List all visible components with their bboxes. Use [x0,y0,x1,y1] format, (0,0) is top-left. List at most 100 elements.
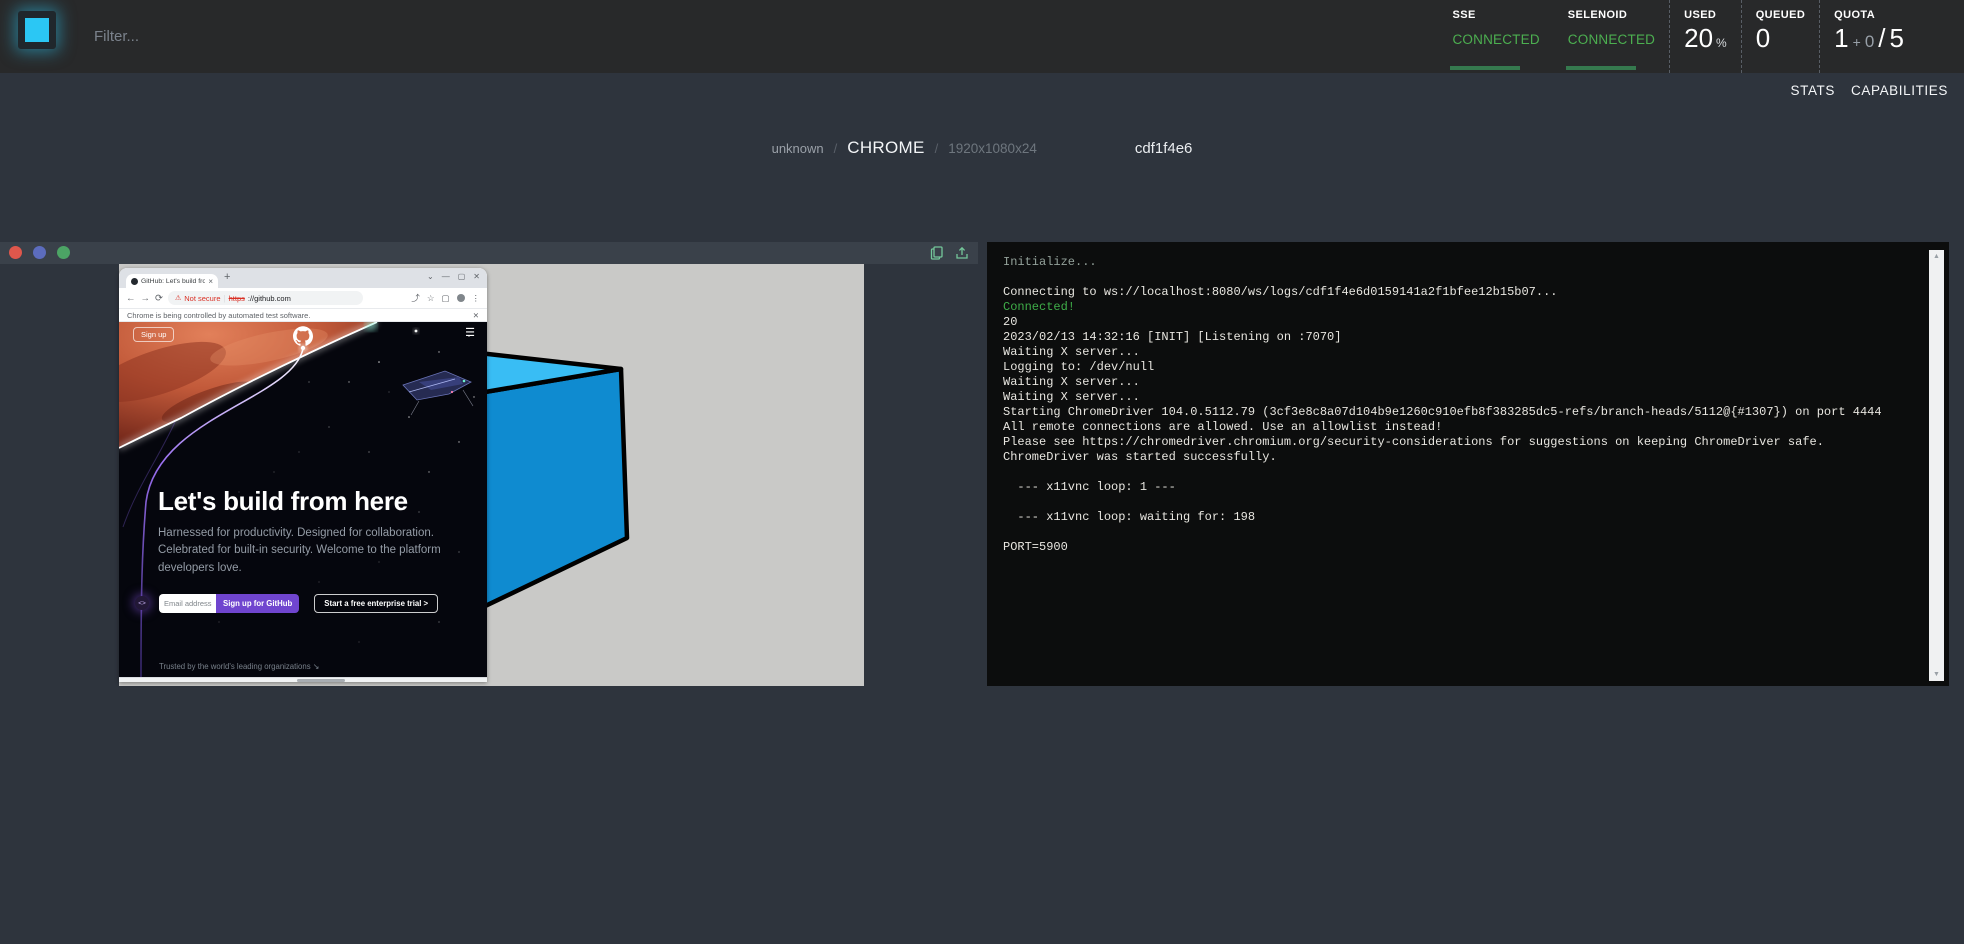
log-line: ChromeDriver was started successfully. [1003,450,1904,465]
github-page: Sign up ☰ Let's build from here Harnesse… [119,322,487,677]
url-field[interactable]: ⚠ Not secure | https ://github.com [168,291,363,305]
separator: / [935,141,939,156]
signup-github-button[interactable]: Sign up for GitHub [216,594,299,613]
app-logo[interactable] [18,11,56,49]
quota-slash: / [1878,23,1885,54]
side-panel-icon[interactable]: ▢ [441,293,449,304]
back-icon[interactable]: ← [126,293,136,304]
minimize-icon[interactable]: — [442,272,450,281]
address-bar-icons: ⤴ ☆ ▢ ⋮ [411,292,480,304]
stat-label: SELENOID [1568,9,1655,21]
log-line: PORT=5900 [1003,540,1904,555]
stat-sse: SSE CONNECTED [1438,0,1553,73]
close-session-dot[interactable] [9,246,22,259]
log-line [1003,525,1904,540]
quota-plus: + [1853,34,1861,50]
clipboard-icon[interactable] [930,246,943,260]
selenoid-ui: SSE CONNECTED SELENOID CONNECTED USED 20… [0,0,1964,944]
reload-icon[interactable]: ⟳ [155,293,163,304]
stat-selenoid: SELENOID CONNECTED [1554,0,1669,73]
session-resolution: 1920x1080x24 [948,141,1037,156]
filter-input[interactable] [94,18,514,54]
maximize-dot[interactable] [57,246,70,259]
scroll-up-icon[interactable]: ▲ [1929,253,1944,260]
hamburger-menu-icon[interactable]: ☰ [465,326,475,339]
vnc-screen[interactable]: GitHub: Let's build from he × + ⌄ — ▢ ✕ … [119,264,864,686]
stat-label: USED [1684,9,1727,21]
hero-title: Let's build from here [158,486,408,517]
horizontal-scrollbar[interactable] [119,677,487,682]
divider: | [224,294,226,303]
log-line: Connected! [1003,300,1904,315]
log-output: Initialize... Connecting to ws://localho… [1003,255,1904,555]
log-scrollbar[interactable]: ▲ ▼ [1929,250,1944,681]
scroll-down-icon[interactable]: ▼ [1929,671,1944,678]
automation-infobar: Chrome is being controlled by automated … [119,308,487,322]
scrollbar-thumb[interactable] [297,679,345,682]
bookmark-star-icon[interactable]: ☆ [427,293,435,304]
used-value: 20 [1684,23,1713,54]
vnc-card: GitHub: Let's build from he × + ⌄ — ▢ ✕ … [0,242,978,686]
stat-quota: QUOTA 1 + 0 / 5 [1819,0,1918,73]
tab-capabilities[interactable]: CAPABILITIES [1851,83,1948,98]
log-line: Connecting to ws://localhost:8080/ws/log… [1003,285,1904,300]
quota-pending: 0 [1865,32,1874,52]
forward-icon[interactable]: → [141,293,151,304]
profile-avatar[interactable] [457,294,465,302]
tab-close-icon[interactable]: × [208,277,213,286]
selenoid-status: CONNECTED [1568,32,1655,47]
close-icon[interactable]: ✕ [473,272,480,281]
github-signup-button[interactable]: Sign up [133,327,174,342]
github-octocat-icon[interactable] [293,326,313,351]
maximize-icon[interactable]: ▢ [458,272,466,281]
log-line: Waiting X server... [1003,345,1904,360]
log-line [1003,465,1904,480]
enterprise-trial-button[interactable]: Start a free enterprise trial > [314,594,438,613]
log-line: --- x11vnc loop: waiting for: 198 [1003,510,1904,525]
address-bar: ← → ⟳ ⚠ Not secure | https ://github.com… [119,288,487,308]
connected-underline [1566,66,1636,70]
top-bar: SSE CONNECTED SELENOID CONNECTED USED 20… [0,0,1964,73]
not-secure-icon: ⚠ [175,294,181,302]
session-row[interactable]: unknown / CHROME / 1920x1080x24 cdf1f4e6 [0,138,1964,158]
status-bar: SSE CONNECTED SELENOID CONNECTED USED 20… [1438,0,1918,73]
trusted-text: Trusted by the world's leading organizat… [159,662,319,671]
new-tab-button[interactable]: + [224,271,230,283]
log-panel: Initialize... Connecting to ws://localho… [987,242,1949,686]
tab-search-icon[interactable]: ⌄ [427,272,434,281]
log-line: All remote connections are allowed. Use … [1003,420,1904,435]
stat-label: QUEUED [1756,9,1805,21]
log-line: Starting ChromeDriver 104.0.5112.79 (3cf… [1003,405,1904,420]
code-icon: <> [135,596,149,610]
session-id: cdf1f4e6 [1135,140,1193,157]
chrome-window: GitHub: Let's build from he × + ⌄ — ▢ ✕ … [119,268,487,682]
log-line: Waiting X server... [1003,375,1904,390]
github-favicon-icon [131,278,138,285]
sse-status: CONNECTED [1452,32,1539,47]
session-name: unknown [772,141,824,156]
hero-cta: Email address Sign up for GitHub Start a… [159,594,438,613]
blue-cube [479,350,639,615]
tab-stats[interactable]: STATS [1791,83,1836,98]
connected-underline [1450,66,1520,70]
browser-tab[interactable]: GitHub: Let's build from he × [126,274,218,288]
url-host: ://github.com [248,294,291,303]
infobar-close-icon[interactable]: ✕ [473,311,479,320]
chrome-menu-icon[interactable]: ⋮ [472,293,481,304]
not-secure-label: Not secure [184,294,220,303]
upload-icon[interactable] [955,246,969,260]
tab-strip: GitHub: Let's build from he × + ⌄ — ▢ ✕ [119,268,487,288]
queued-value: 0 [1756,23,1770,54]
log-line: --- x11vnc loop: 1 --- [1003,480,1904,495]
share-icon[interactable]: ⤴ [411,292,420,304]
email-field[interactable]: Email address [159,594,216,613]
quota-total: 5 [1890,23,1904,54]
log-line: Initialize... [1003,255,1904,270]
minimize-dot[interactable] [33,246,46,259]
url-protocol: https [229,294,245,303]
log-line [1003,270,1904,285]
stat-label: QUOTA [1834,9,1904,21]
view-tabs: STATS CAPABILITIES [1791,83,1949,98]
infobar-text: Chrome is being controlled by automated … [127,311,310,320]
stat-used: USED 20 % [1669,0,1741,73]
